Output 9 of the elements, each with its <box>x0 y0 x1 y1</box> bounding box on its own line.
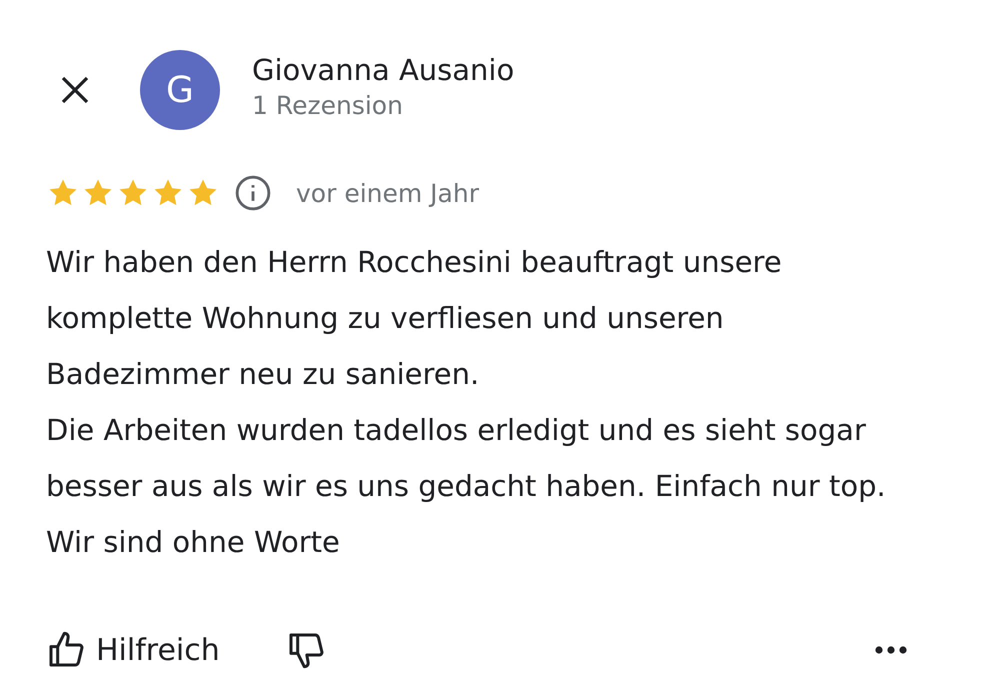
review-time: vor einem Jahr <box>296 178 479 208</box>
more-icon[interactable] <box>874 645 908 655</box>
avatar: G <box>140 50 220 130</box>
reviewer-name: Giovanna Ausanio <box>252 52 514 86</box>
info-icon[interactable] <box>234 174 272 212</box>
helpful-button[interactable]: Hilfreich <box>46 630 220 670</box>
review-count: 1 Rezension <box>252 90 404 120</box>
review-text: Die Arbeiten wurden tadellos erledigt und es sieht sogar besser aus als wir es uns gedacht haben. Einfach nur top. Wir sind ohne Worte <box>46 412 887 561</box>
review-text: Wir haben den Herrn Rocchesini beauftragt unsere komplette Wohnung zu verfliesen und unseren Badezimmer neu zu sanieren. <box>46 244 783 393</box>
